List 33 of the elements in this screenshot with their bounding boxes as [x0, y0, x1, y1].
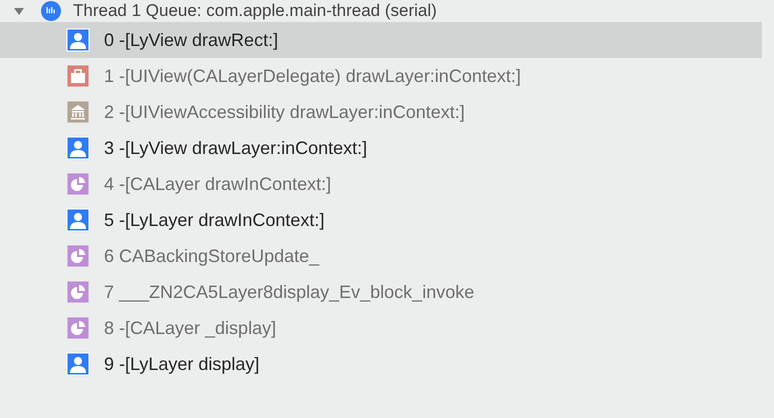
stack-frame-row[interactable]: 0 -[LyView drawRect:]: [0, 22, 762, 58]
pie-chart-icon: [66, 316, 90, 340]
stack-frame-label: 1 -[UIView(CALayerDelegate) drawLayer:inContext:]: [104, 66, 521, 86]
stack-frame-row[interactable]: 1 -[UIView(CALayerDelegate) drawLayer:inContext:]: [0, 58, 762, 94]
stack-frame-label: 7 ___ZN2CA5Layer8display_Ev_block_invoke: [104, 282, 474, 302]
stack-frame-label: 6 CABackingStoreUpdate_: [104, 246, 320, 266]
stack-frame-row[interactable]: 6 CABackingStoreUpdate_: [0, 238, 762, 274]
stack-frame-label: 3 -[LyView drawLayer:inContext:]: [104, 138, 368, 158]
bank-icon: [66, 100, 90, 124]
person-icon: [66, 136, 90, 160]
thread-icon: [41, 1, 61, 21]
disclosure-triangle-icon[interactable]: [14, 6, 24, 16]
stack-frame-row[interactable]: 4 -[CALayer drawInContext:]: [0, 166, 762, 202]
stack-frame-row[interactable]: 5 -[LyLayer drawInContext:]: [0, 202, 762, 238]
stack-frame-row[interactable]: 9 -[LyLayer display]: [0, 346, 762, 382]
pie-chart-icon: [66, 244, 90, 268]
stack-frame-row[interactable]: 3 -[LyView drawLayer:inContext:]: [0, 130, 762, 166]
stack-frame-label: 8 -[CALayer _display]: [104, 318, 276, 338]
pie-chart-icon: [66, 172, 90, 196]
stack-frame-label: 9 -[LyLayer display]: [104, 354, 260, 374]
stack-frame-label: 0 -[LyView drawRect:]: [104, 30, 278, 50]
person-icon: [66, 352, 90, 376]
stack-frame-row[interactable]: 2 -[UIViewAccessibility drawLayer:inContext:]: [0, 94, 762, 130]
thread-label: Thread 1 Queue: com.apple.main-thread (serial): [73, 1, 437, 21]
stack-frame-label: 2 -[UIViewAccessibility drawLayer:inContext:]: [104, 102, 465, 122]
stack-frame-row[interactable]: 8 -[CALayer _display]: [0, 310, 762, 346]
person-icon: [66, 28, 90, 52]
pie-chart-icon: [66, 280, 90, 304]
person-icon: [66, 208, 90, 232]
stack-frame-row[interactable]: 7 ___ZN2CA5Layer8display_Ev_block_invoke: [0, 274, 762, 310]
stack-frame-label: 4 -[CALayer drawInContext:]: [104, 174, 332, 194]
briefcase-icon: [66, 64, 90, 88]
stack-frame-label: 5 -[LyLayer drawInContext:]: [104, 210, 324, 230]
